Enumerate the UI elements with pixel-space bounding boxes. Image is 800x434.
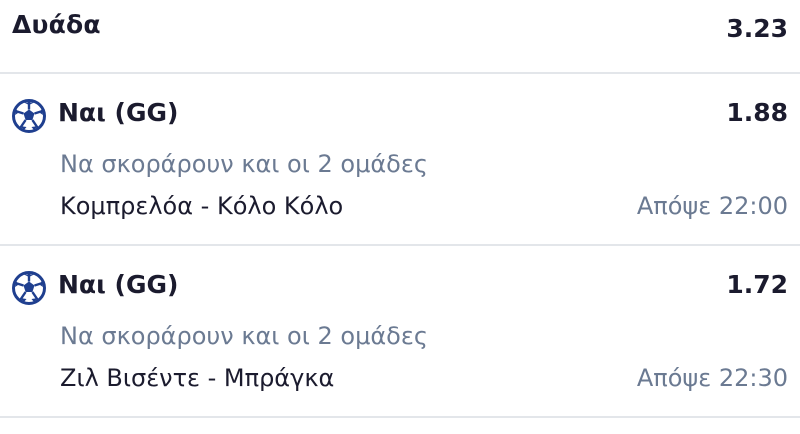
selection-name: Ναι (GG) [58,270,179,299]
market-name: Να σκοράρουν και οι 2 ομάδες [60,322,428,350]
selection-odds: 1.88 [726,98,788,127]
match-time: Απόψε 22:00 [636,192,788,220]
selection-odds: 1.72 [726,270,788,299]
match-name[interactable]: Ζιλ Βισέντε - Μπράγκα [60,364,334,392]
soccer-ball-icon [12,99,46,133]
match-name[interactable]: Κομπρελόα - Κόλο Κόλο [60,192,343,220]
market-name: Να σκοράρουν και οι 2 ομάδες [60,150,428,178]
match-time: Απόψε 22:30 [636,364,788,392]
selection-name: Ναι (GG) [58,98,179,127]
selection-item[interactable]: Ναι (GG) 1.72 Να σκοράρουν και οι 2 ομάδ… [0,246,800,418]
soccer-ball-icon [12,271,46,305]
bet-type-title: Δυάδα [12,10,101,39]
selection-item[interactable]: Ναι (GG) 1.88 Να σκοράρουν και οι 2 ομάδ… [0,74,800,246]
bet-slip: Δυάδα 3.23 Ναι (GG) 1.88 Να σκοράρουν κα… [0,0,800,434]
total-odds: 3.23 [726,14,788,43]
slip-header: Δυάδα 3.23 [0,0,800,74]
